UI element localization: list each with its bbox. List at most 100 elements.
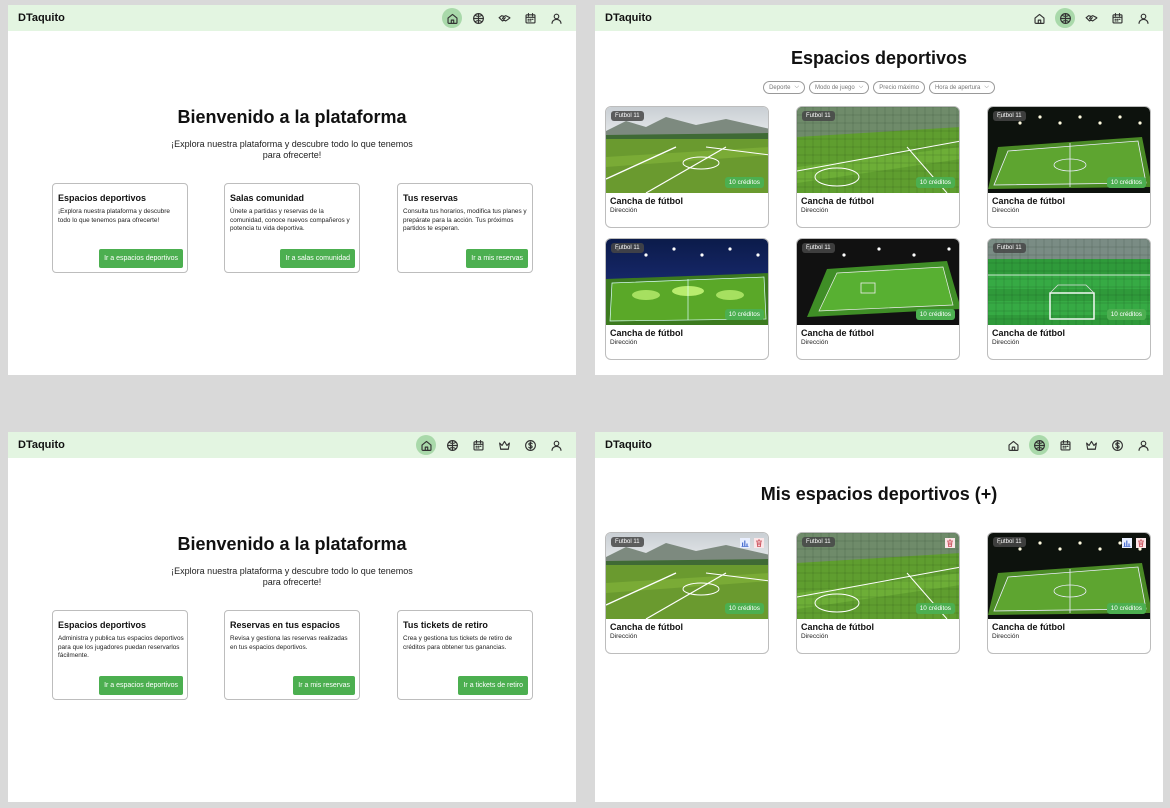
user-icon[interactable] [1133, 435, 1153, 455]
globe-icon[interactable] [1055, 8, 1075, 28]
page-subtitle: ¡Explora nuestra plataforma y descubre t… [171, 566, 413, 587]
brand-logo[interactable]: DTaquito [605, 439, 1003, 451]
space-address: Dirección [610, 339, 638, 346]
go-espacios-button[interactable]: Ir a espacios deportivos [99, 249, 183, 268]
trash-icon[interactable] [944, 537, 955, 548]
space-card[interactable]: Futbol 11 10 créditos Cancha de fútbol Dire… [987, 532, 1151, 654]
filter-precio-maximo[interactable]: Precio máximo [873, 81, 925, 94]
brand-logo[interactable]: DTaquito [605, 12, 1029, 24]
filter-deporte[interactable]: Deporte ⌵ [763, 81, 806, 94]
space-actions [944, 537, 955, 548]
credits-badge: 10 créditos [915, 177, 955, 188]
dollar-icon[interactable] [1107, 435, 1127, 455]
filter-hora-apertura[interactable]: Hora de apertura ⌵ [928, 81, 995, 94]
page-title: Espacios deportivos [790, 48, 968, 68]
card-reservas-espacios: Reservas en tus espacios Revisa y gestio… [224, 610, 360, 700]
sport-tag: Futbol 11 [611, 243, 644, 253]
go-tickets-button[interactable]: Ir a tickets de retiro [458, 676, 528, 695]
calendar-icon[interactable] [520, 8, 540, 28]
card-description: ¡Explora nuestra plataforma y descubre t… [58, 208, 170, 224]
screen-sports-spaces: DTaquito Espacios deportivos Deporte ⌵ Mo… [595, 5, 1163, 375]
home-icon[interactable] [442, 8, 462, 28]
user-icon[interactable] [546, 435, 566, 455]
space-actions [1121, 537, 1146, 548]
filter-label: Modo de juego [815, 84, 855, 91]
go-reservas-button[interactable]: Ir a mis reservas [293, 676, 355, 695]
credits-badge: 10 créditos [1106, 603, 1146, 614]
handshake-icon[interactable] [494, 8, 514, 28]
calendar-icon[interactable] [1055, 435, 1075, 455]
space-card[interactable]: Futbol 11 10 créditos Cancha de fútbol Dire… [605, 106, 769, 228]
filter-label: Deporte [769, 84, 791, 91]
brand-logo[interactable]: DTaquito [18, 439, 416, 451]
nav-icons [416, 435, 566, 455]
screen-my-spaces: DTaquito Mis espacios deportivos (+) Fut… [595, 432, 1163, 802]
top-bar: DTaquito [595, 432, 1163, 458]
go-salas-button[interactable]: Ir a salas comunidad [280, 249, 355, 268]
page-title: Bienvenido a la plataforma [177, 534, 407, 554]
sport-tag: Futbol 11 [993, 111, 1026, 121]
space-name: Cancha de fútbol [992, 196, 1066, 206]
space-card[interactable]: Futbol 11 10 créditos Cancha de fútbol Dire… [987, 106, 1151, 228]
brand-logo[interactable]: DTaquito [18, 12, 442, 24]
space-address: Dirección [801, 207, 829, 214]
chevron-down-icon: ⌵ [794, 84, 800, 90]
globe-icon[interactable] [442, 435, 462, 455]
globe-icon[interactable] [468, 8, 488, 28]
home-icon[interactable] [1003, 435, 1023, 455]
card-description: Crea y gestiona tus tickets de retiro de… [403, 635, 513, 651]
space-address: Dirección [610, 633, 638, 640]
home-icon[interactable] [416, 435, 436, 455]
trash-icon[interactable] [1135, 537, 1146, 548]
stats-icon[interactable] [739, 537, 750, 548]
dollar-icon[interactable] [520, 435, 540, 455]
space-card[interactable]: Futbol 11 10 créditos Cancha de fútbol Dire… [605, 238, 769, 360]
crown-icon[interactable] [1081, 435, 1101, 455]
space-name: Cancha de fútbol [992, 622, 1066, 632]
page-title[interactable]: Mis espacios deportivos (+) [595, 484, 1163, 505]
handshake-icon[interactable] [1081, 8, 1101, 28]
sport-tag: Futbol 11 [802, 111, 835, 121]
space-name: Cancha de fútbol [801, 328, 875, 338]
nav-icons [442, 8, 566, 28]
card-title: Reservas en tus espacios [230, 620, 341, 630]
space-card[interactable]: Futbol 11 10 créditos Cancha de fútbol Dire… [796, 106, 960, 228]
card-tus-reservas: Tus reservas Consulta tus horarios, modi… [397, 183, 533, 273]
space-card[interactable]: Futbol 11 10 créditos Cancha de fútbol Dire… [605, 532, 769, 654]
user-icon[interactable] [546, 8, 566, 28]
space-address: Dirección [992, 339, 1020, 346]
crown-icon[interactable] [494, 435, 514, 455]
space-card[interactable]: Futbol 11 10 créditos Cancha de fútbol Dire… [796, 238, 960, 360]
stats-icon[interactable] [1121, 537, 1132, 548]
space-card[interactable]: Futbol 11 10 créditos Cancha de fútbol Dire… [987, 238, 1151, 360]
sport-tag: Futbol 11 [611, 111, 644, 121]
go-reservas-button[interactable]: Ir a mis reservas [466, 249, 528, 268]
credits-badge: 10 créditos [724, 309, 764, 320]
page-subtitle: ¡Explora nuestra plataforma y descubre t… [171, 139, 413, 160]
card-title: Tus reservas [403, 193, 458, 203]
trash-icon[interactable] [753, 537, 764, 548]
home-icon[interactable] [1029, 8, 1049, 28]
space-address: Dirección [992, 633, 1020, 640]
card-title: Espacios deportivos [58, 620, 147, 630]
globe-icon[interactable] [1029, 435, 1049, 455]
card-espacios-deportivos: Espacios deportivos ¡Explora nuestra pla… [52, 183, 188, 273]
calendar-icon[interactable] [1107, 8, 1127, 28]
filter-bar: Deporte ⌵ Modo de juego ⌵ Precio máximo Ho… [595, 81, 1163, 94]
sport-tag: Futbol 11 [802, 537, 835, 547]
space-name: Cancha de fútbol [610, 622, 684, 632]
chevron-down-icon: ⌵ [858, 84, 864, 90]
nav-icons [1029, 8, 1153, 28]
top-bar: DTaquito [8, 5, 576, 31]
filter-modo-juego[interactable]: Modo de juego ⌵ [809, 81, 870, 94]
space-name: Cancha de fútbol [801, 622, 875, 632]
user-icon[interactable] [1133, 8, 1153, 28]
filter-label: Hora de apertura [934, 84, 981, 91]
calendar-icon[interactable] [468, 435, 488, 455]
go-espacios-button[interactable]: Ir a espacios deportivos [99, 676, 183, 695]
page-title: Bienvenido a la plataforma [177, 107, 407, 127]
card-description: Administra y publica tus espacios deport… [58, 635, 184, 659]
space-card[interactable]: Futbol 11 10 créditos Cancha de fútbol Dire… [796, 532, 960, 654]
sport-tag: Futbol 11 [993, 243, 1026, 253]
credits-badge: 10 créditos [915, 603, 955, 614]
